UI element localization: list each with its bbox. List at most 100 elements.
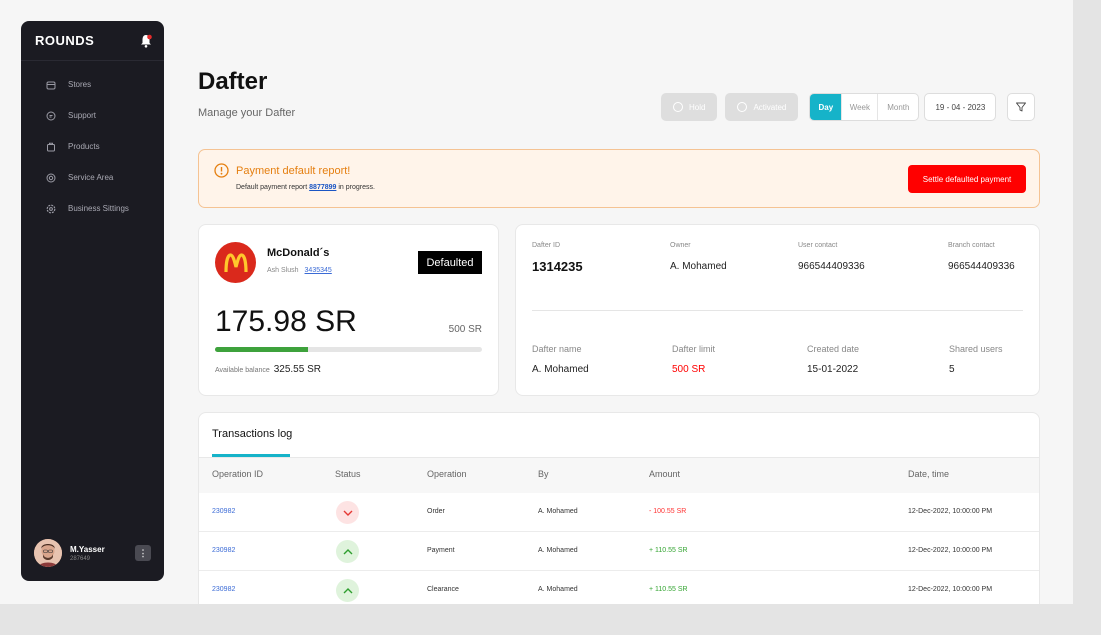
support-icon [46,111,56,121]
operation-id-link[interactable]: 230982 [212,508,235,515]
filter-button[interactable] [1007,93,1036,121]
sidebar: ROUNDS Stores Support Products Service A… [21,21,164,581]
avatar [34,539,62,567]
field-value: 966544409336 [948,261,1015,272]
field-label: Dafter name [532,344,582,354]
hold-icon [673,102,683,112]
operation-amount: + 110.55 SR [649,586,688,593]
activated-button[interactable]: Activated [725,93,799,121]
sidebar-item-label: Service Area [68,173,114,182]
user-profile[interactable]: M.Yasser 287649 ⋮ [34,538,151,568]
operation-amount: + 110.55 SR [649,547,688,554]
available-balance: Available balance 325.55 SR [215,364,321,375]
field-dafter-limit: Dafter limit 500 SR [672,344,715,375]
operation-type: Clearance [427,586,459,593]
operation-id-link[interactable]: 230982 [212,586,235,593]
available-label: Available balance [215,367,270,374]
field-label: Branch contact [948,242,995,249]
status-up-icon [336,579,359,602]
column-by: By [538,469,549,479]
sidebar-item-label: Stores [68,80,92,89]
field-value: 5 [949,364,955,375]
app-viewport: ROUNDS Stores Support Products Service A… [0,0,1073,604]
column-amount: Amount [649,469,681,479]
operation-date: 12-Dec-2022, 10:00:00 PM [908,547,993,554]
period-selector: Day Week Month [809,93,920,121]
field-label: Owner [670,242,691,249]
balance-limit: 500 SR [448,324,482,335]
field-label: Created date [807,344,860,354]
settle-payment-button[interactable]: Settle defaulted payment [908,165,1026,193]
field-label: Dafter limit [672,344,716,354]
column-operation: Operation [427,469,467,479]
operation-amount: - 100.55 SR [649,508,687,515]
available-value: 325.55 SR [273,364,321,375]
store-name: McDonald´s [267,247,330,259]
sidebar-item-support[interactable]: Support [21,100,164,131]
period-day[interactable]: Day [810,94,843,120]
period-week[interactable]: Week [842,94,879,120]
check-circle-icon [737,102,748,112]
table-row[interactable]: 230982 Payment A. Mohamed + 110.55 SR 12… [199,532,1039,571]
dafter-details-card: Dafter ID 1314235 Owner A. Mohamed User … [515,224,1040,396]
sidebar-item-business-settings[interactable]: Business Sittings [21,193,164,224]
field-dafter-name: Dafter name A. Mohamed [532,344,589,375]
operation-id-link[interactable]: 230982 [212,547,235,554]
column-operation-id: Operation ID [212,469,264,479]
field-value: 500 SR [672,364,706,375]
tab-transactions-log[interactable]: Transactions log [212,428,292,440]
hold-label: Hold [689,102,706,112]
service-area-icon [46,173,56,183]
operation-by: A. Mohamed [538,508,578,515]
field-value: A. Mohamed [670,261,727,272]
activated-label: Activated [753,102,787,112]
date-picker[interactable]: 19 - 04 - 2023 [924,93,997,121]
operation-by: A. Mohamed [538,547,578,554]
field-value: 1314235 [532,259,583,274]
store-balance-card: McDonald´s Ash Slush 3435345 Defaulted 17… [198,224,499,396]
sidebar-item-stores[interactable]: Stores [21,69,164,100]
operation-date: 12-Dec-2022, 10:00:00 PM [908,586,993,593]
filter-icon [1016,102,1027,112]
products-icon [46,142,56,152]
settings-icon [46,204,56,214]
page-title: Dafter [198,68,268,95]
more-options-icon[interactable]: ⋮ [135,545,151,561]
sidebar-item-label: Business Sittings [68,204,129,213]
field-value: 15-01-2022 [807,364,859,375]
sidebar-nav: Stores Support Products Service Area Bus… [21,61,164,224]
notification-bell-icon[interactable] [140,34,152,48]
sidebar-item-label: Support [68,111,97,120]
field-user-contact: User contact 966544409336 [798,242,865,272]
field-label: Shared users [949,344,1003,354]
user-id: 287649 [70,555,91,562]
store-owner: Ash Slush [267,267,299,274]
field-shared-users: Shared users 5 [949,344,1003,375]
app-logo: ROUNDS [35,33,95,48]
field-value: A. Mohamed [532,364,589,375]
field-label: Dafter ID [532,242,561,249]
field-owner: Owner A. Mohamed [670,242,727,272]
sidebar-item-service-area[interactable]: Service Area [21,162,164,193]
user-info: M.Yasser 287649 [70,545,135,562]
report-link[interactable]: 8877899 [309,184,336,191]
alert-desc-prefix: Default payment report [236,184,308,191]
transactions-card: Transactions log Operation ID Status Ope… [198,412,1040,604]
alert-desc-suffix: in progress. [338,184,375,191]
operation-date: 12-Dec-2022, 10:00:00 PM [908,508,993,515]
column-date-time: Date, time [908,469,950,479]
field-dafter-id: Dafter ID 1314235 [532,242,583,274]
hold-button[interactable]: Hold [661,93,718,121]
details-divider [532,310,1023,311]
table-row[interactable]: 230982 Clearance A. Mohamed + 110.55 SR … [199,571,1039,604]
sidebar-item-products[interactable]: Products [21,131,164,162]
period-month[interactable]: Month [878,94,918,120]
table-row[interactable]: 230982 Order A. Mohamed - 100.55 SR 12-D… [199,493,1039,532]
store-id-link[interactable]: 3435345 [305,267,332,274]
column-status: Status [335,469,361,479]
status-up-icon [336,540,359,563]
sidebar-header: ROUNDS [21,21,164,61]
store-meta: Ash Slush 3435345 [267,267,332,274]
balance-progress-fill [215,347,309,352]
field-created-date: Created date 15-01-2022 [807,344,859,375]
